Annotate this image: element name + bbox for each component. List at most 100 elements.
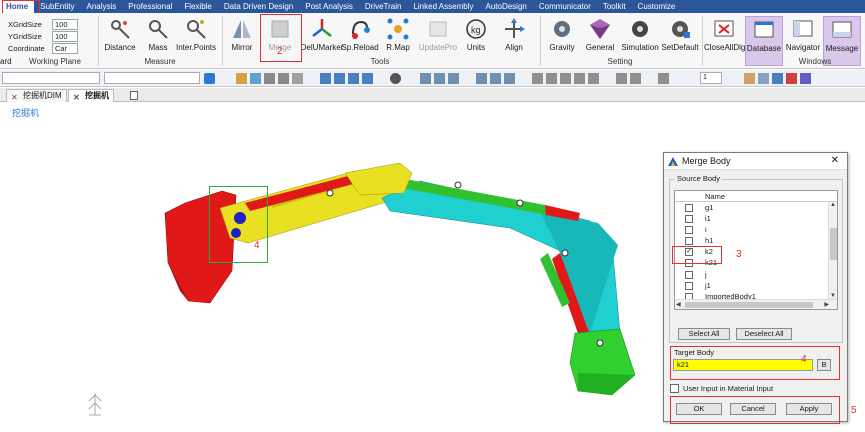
row-checkbox[interactable] xyxy=(685,226,693,235)
zoom-icon[interactable] xyxy=(278,73,289,84)
user-input-checkbox[interactable] xyxy=(670,384,679,393)
row-checkbox[interactable] xyxy=(685,281,693,290)
new-document-icon[interactable] xyxy=(130,91,138,100)
annotation-box-region xyxy=(209,186,268,263)
row-checkbox[interactable] xyxy=(685,215,693,224)
render-icon[interactable] xyxy=(420,73,431,84)
select-all-button[interactable]: Select All xyxy=(678,328,730,340)
deselect-all-button[interactable]: Deselect All xyxy=(736,328,792,340)
close-icon[interactable]: ✕ xyxy=(831,155,839,166)
render-icon-4[interactable] xyxy=(476,73,487,84)
database-icon xyxy=(754,21,774,38)
xgrid-input[interactable]: 100 xyxy=(52,18,78,30)
menu-toolkit[interactable]: Toolkit xyxy=(597,0,632,13)
display-icon-7[interactable] xyxy=(630,73,641,84)
render-icon-6[interactable] xyxy=(504,73,515,84)
align-button[interactable]: Align xyxy=(490,16,538,66)
display-icon-4[interactable] xyxy=(574,73,585,84)
tab-excavator[interactable]: ✕ 挖掘机 xyxy=(68,89,114,102)
shade-icon-3[interactable] xyxy=(772,73,783,84)
shade-icon-5[interactable] xyxy=(800,73,811,84)
closealldlg-button[interactable]: CloseAllDlg xyxy=(704,16,745,66)
scroll-right-icon[interactable]: ▶ xyxy=(824,301,829,308)
annotation-box-buttons xyxy=(670,396,840,424)
shade-icon[interactable] xyxy=(744,73,755,84)
ribbon: ard XGridSize 100 YGridSize 100 Coordinate… xyxy=(0,13,865,69)
separator xyxy=(702,16,703,66)
tab-excavator-dim[interactable]: ✕ 挖掘机DIM xyxy=(6,89,67,102)
shade-icon-2[interactable] xyxy=(758,73,769,84)
display-icon-2[interactable] xyxy=(546,73,557,84)
list-horizontal-scrollbar[interactable]: ◀ ▶ xyxy=(675,299,837,309)
menu-drivetrain[interactable]: DriveTrain xyxy=(359,0,408,13)
menu-customize[interactable]: Customize xyxy=(632,0,682,13)
ygrid-input[interactable]: 100 xyxy=(52,30,78,42)
menu-flexible[interactable]: Flexible xyxy=(178,0,218,13)
delumarker-icon xyxy=(312,19,332,37)
view-iso-icon[interactable] xyxy=(362,73,373,84)
page-select[interactable]: 1 xyxy=(700,72,722,84)
list-item[interactable]: j1 xyxy=(675,280,837,291)
scroll-thumb[interactable] xyxy=(685,302,813,308)
row-checkbox[interactable] xyxy=(685,270,693,279)
scroll-left-icon[interactable]: ◀ xyxy=(676,301,681,308)
annotation-number-2: 2 xyxy=(277,46,283,57)
list-vertical-scrollbar[interactable]: ▲ ▼ xyxy=(828,202,837,299)
toolbar-combo-1[interactable] xyxy=(2,72,100,84)
xgrid-label: XGridSize xyxy=(8,19,42,29)
row-checkbox[interactable] xyxy=(685,204,693,212)
menu-communicator[interactable]: Communicator xyxy=(533,0,597,13)
svg-text:kg: kg xyxy=(471,25,481,35)
render-icon-2[interactable] xyxy=(434,73,445,84)
view-right-icon[interactable] xyxy=(348,73,359,84)
view-tool-icon[interactable] xyxy=(236,73,247,84)
menu-subentity[interactable]: SubEntity xyxy=(34,0,80,13)
scroll-up-icon[interactable]: ▲ xyxy=(830,202,836,208)
menu-autodesign[interactable]: AutoDesign xyxy=(479,0,532,13)
align-icon xyxy=(505,18,525,38)
scroll-thumb[interactable] xyxy=(830,228,837,260)
list-item[interactable]: h1 xyxy=(675,235,837,246)
render-icon-5[interactable] xyxy=(490,73,501,84)
pan-icon[interactable] xyxy=(264,73,275,84)
coordinate-select[interactable]: Car xyxy=(52,42,78,54)
menu-analysis[interactable]: Analysis xyxy=(80,0,122,13)
menu-post-analysis[interactable]: Post Analysis xyxy=(299,0,359,13)
annotation-number-5: 5 xyxy=(851,405,857,416)
display-icon[interactable] xyxy=(532,73,543,84)
view-front-icon[interactable] xyxy=(320,73,331,84)
windows-group-label: Windows xyxy=(798,57,832,66)
sp-reload-icon xyxy=(352,20,370,39)
display-icon-8[interactable] xyxy=(658,73,669,84)
list-item[interactable]: j xyxy=(675,269,837,280)
menu-data-driven-design[interactable]: Data Driven Design xyxy=(218,0,299,13)
display-icon-3[interactable] xyxy=(560,73,571,84)
display-icon-6[interactable] xyxy=(616,73,627,84)
menu-professional[interactable]: Professional xyxy=(122,0,178,13)
menu-linked-assembly[interactable]: Linked Assembly xyxy=(407,0,479,13)
updatepro-icon xyxy=(429,21,447,37)
pick-icon[interactable] xyxy=(204,73,215,84)
row-name: i xyxy=(705,225,707,235)
axis-triad-icon xyxy=(88,393,102,416)
database-button[interactable]: Database xyxy=(745,16,783,66)
eye-icon[interactable] xyxy=(390,73,401,84)
zoom-fit-icon[interactable] xyxy=(292,73,303,84)
list-item[interactable]: i1 xyxy=(675,213,837,224)
render-icon-3[interactable] xyxy=(448,73,459,84)
list-item[interactable]: i xyxy=(675,224,837,235)
list-item[interactable]: g1 xyxy=(675,202,837,213)
toolbar-combo-2[interactable] xyxy=(104,72,200,84)
annotation-number-4-viewport: 4 xyxy=(254,240,260,251)
rotate-icon[interactable] xyxy=(250,73,261,84)
row-checkbox[interactable] xyxy=(685,237,693,246)
view-top-icon[interactable] xyxy=(334,73,345,84)
shade-icon-4[interactable] xyxy=(786,73,797,84)
units-icon: kg xyxy=(466,19,486,39)
secondary-toolbar: 1 xyxy=(0,70,865,87)
gravity-icon xyxy=(554,21,570,37)
tools-group-label: Tools xyxy=(370,57,390,66)
name-column-header[interactable]: Name xyxy=(675,191,837,202)
display-icon-5[interactable] xyxy=(588,73,599,84)
working-plane-panel: XGridSize 100 YGridSize 100 Coordinate Car xyxy=(8,18,78,54)
